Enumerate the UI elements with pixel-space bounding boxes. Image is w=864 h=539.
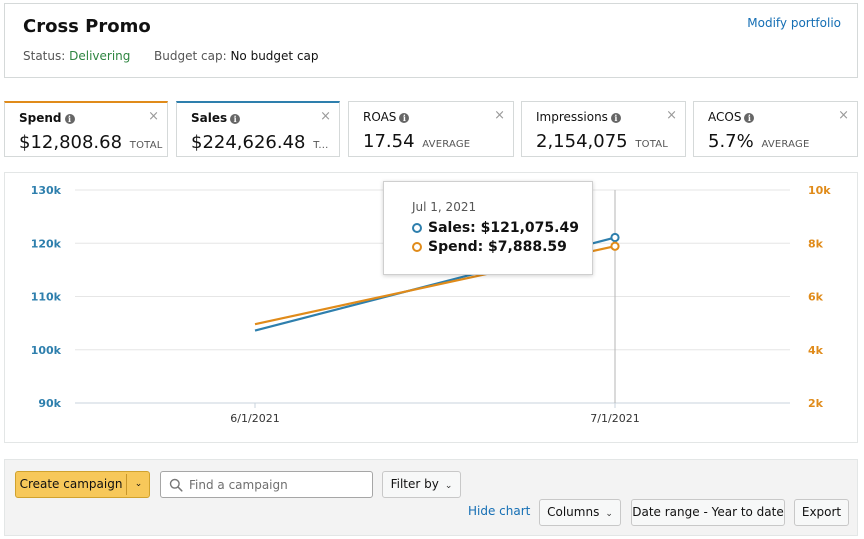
y-right-tick-label: 10k: [808, 184, 831, 197]
info-icon[interactable]: i: [744, 112, 755, 123]
metric-card-impressions[interactable]: Impressions i × 2,154,075 TOTAL: [521, 101, 686, 157]
search-icon: [169, 478, 183, 492]
chevron-down-icon[interactable]: ⌄: [126, 472, 151, 497]
sales-dot-icon: [412, 223, 422, 233]
status-row: Status: Delivering Budget cap: No budget…: [23, 49, 319, 63]
metric-label: Impressions: [536, 110, 608, 124]
metric-card-acos[interactable]: ACOS i × 5.7% AVERAGE: [693, 101, 858, 157]
y-left-tick-label: 90k: [38, 397, 61, 410]
status-value: Delivering: [69, 49, 131, 63]
export-button[interactable]: Export: [794, 499, 849, 526]
campaign-toolbar: Create campaign ⌄ Filter by⌄ Hide chart …: [4, 459, 858, 536]
metric-card-spend[interactable]: Spend i × $12,808.68 TOTAL: [4, 101, 168, 157]
y-left-tick-label: 100k: [31, 344, 62, 357]
search-box[interactable]: [160, 471, 373, 498]
metric-value: $224,626.48: [191, 132, 306, 153]
portfolio-header: Cross Promo Modify portfolio Status: Del…: [4, 3, 858, 78]
columns-label: Columns: [547, 505, 600, 519]
y-right-tick-label: 6k: [808, 291, 824, 304]
date-range-button[interactable]: Date range - Year to date: [631, 499, 785, 526]
metric-label: ACOS: [708, 110, 742, 124]
tooltip-spend-row: Spend: $7,888.59: [412, 239, 567, 255]
filter-by-button[interactable]: Filter by ⌄: [382, 471, 461, 498]
metric-suffix: T...: [313, 140, 329, 151]
close-icon[interactable]: ×: [494, 108, 505, 123]
status-label: Status:: [23, 49, 66, 63]
tooltip-spend: Spend: $7,888.59: [428, 239, 567, 255]
metric-card-roas[interactable]: ROAS i × 17.54 AVERAGE: [348, 101, 514, 157]
budget-cap-label: Budget cap:: [154, 49, 227, 63]
close-icon[interactable]: ×: [666, 108, 677, 123]
metric-value: 2,154,075: [536, 131, 628, 152]
columns-button[interactable]: Columns ⌄: [539, 499, 621, 526]
metric-value: $12,808.68: [19, 132, 123, 153]
tooltip-sales-row: Sales: $121,075.49: [412, 220, 579, 236]
metric-label: Sales: [191, 111, 228, 125]
info-icon[interactable]: i: [64, 113, 75, 124]
close-icon[interactable]: ×: [320, 109, 331, 124]
y-right-tick-label: 2k: [808, 397, 824, 410]
tooltip-sales: Sales: $121,075.49: [428, 220, 579, 236]
create-campaign-label: Create campaign: [19, 477, 123, 491]
metric-label: ROAS: [363, 110, 397, 124]
tooltip-date: Jul 1, 2021: [412, 200, 477, 214]
budget-cap-value: No budget cap: [230, 49, 319, 63]
info-icon[interactable]: i: [399, 112, 410, 123]
create-campaign-button[interactable]: Create campaign ⌄: [15, 471, 150, 498]
filter-by-label: Filter by: [390, 477, 439, 491]
chevron-down-icon: ⌄: [444, 481, 453, 491]
y-right-tick-label: 4k: [808, 344, 824, 357]
chevron-down-icon: ⌄: [605, 509, 613, 519]
metric-suffix: AVERAGE: [422, 139, 471, 150]
metric-value: 5.7%: [708, 131, 754, 152]
y-right-tick-label: 8k: [808, 237, 824, 250]
y-left-tick-label: 110k: [31, 291, 62, 304]
metric-label: Spend: [19, 111, 62, 125]
sales-point-marker: [610, 232, 620, 243]
metric-suffix: TOTAL: [129, 140, 163, 151]
x-tick-label: 7/1/2021: [590, 412, 639, 425]
close-icon[interactable]: ×: [148, 109, 159, 124]
metric-suffix: TOTAL: [635, 139, 669, 150]
info-icon[interactable]: i: [610, 112, 621, 123]
info-icon[interactable]: i: [230, 113, 241, 124]
search-input[interactable]: [189, 475, 367, 494]
spend-point-marker: [610, 241, 620, 251]
y-left-tick-label: 130k: [31, 184, 62, 197]
chart-tooltip: Jul 1, 2021 Sales: $121,075.49 Spend: $7…: [383, 181, 593, 275]
hide-chart-link[interactable]: Hide chart: [468, 504, 530, 518]
close-icon[interactable]: ×: [838, 108, 849, 123]
metric-card-sales[interactable]: Sales i × $224,626.48 T...: [176, 101, 340, 157]
metric-value: 17.54: [363, 131, 415, 152]
metric-suffix: AVERAGE: [761, 139, 810, 150]
y-left-tick-label: 120k: [31, 237, 62, 250]
modify-portfolio-link[interactable]: Modify portfolio: [747, 16, 841, 30]
spend-dot-icon: [412, 242, 422, 252]
x-tick-label: 6/1/2021: [230, 412, 279, 425]
page-title: Cross Promo: [23, 16, 151, 37]
